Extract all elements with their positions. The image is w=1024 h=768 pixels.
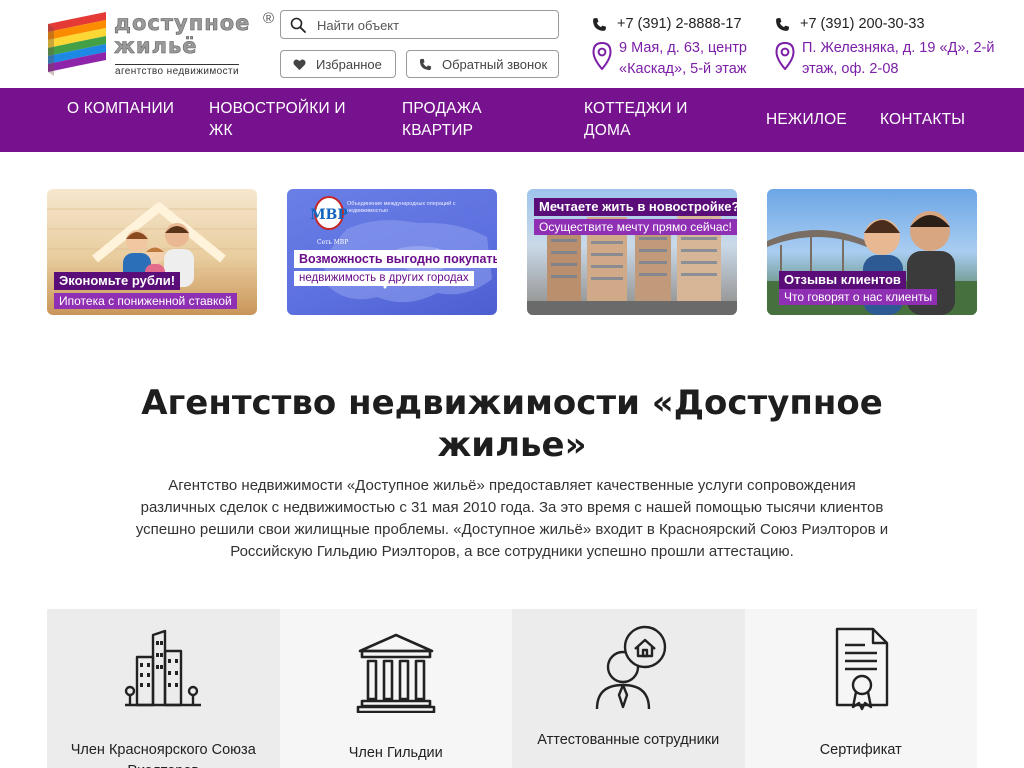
banner-reviews[interactable]: Отзывы клиентов Что говорят о нас клиент… (767, 189, 977, 315)
nav-item-cottages[interactable]: Коттеджи и дома (584, 98, 704, 142)
banner-new-buildings[interactable]: Мечтаете жить в новостройке? Осуществите… (527, 189, 737, 315)
logo-word-1: доступное (114, 11, 251, 35)
nav-item-new-buildings[interactable]: Новостройки и ЖК (209, 98, 359, 142)
callback-label: Обратный звонок (442, 56, 548, 72)
search-box[interactable] (280, 10, 559, 39)
page-title: Агентство недвижимости «Доступное жилье» (141, 383, 883, 465)
banner-network[interactable]: МВР Объединение международных операций с… (287, 189, 497, 315)
buildings-icon (125, 629, 202, 707)
logo-word-2: жильё (114, 34, 198, 58)
map-pin-icon (775, 42, 795, 70)
nav-item-apartments[interactable]: Продажа квартир (402, 98, 512, 142)
feature-label-certified-staff: Аттестованные сотрудники (537, 732, 720, 748)
nav-item-commercial[interactable]: Нежилое (766, 109, 847, 131)
banner-1-subline: Ипотека с пониженной ставкой (54, 293, 237, 309)
phone-icon (776, 17, 789, 31)
rainbow-logo-icon (48, 12, 106, 76)
registered-mark: ® (263, 10, 275, 27)
search-icon[interactable] (290, 17, 306, 33)
banner-3-subline: Осуществите мечту прямо сейчас! (534, 219, 737, 235)
site-header: доступное жильё ® агентство недвижимости… (0, 0, 1024, 88)
favorites-label: Избранное (316, 56, 382, 72)
feature-card-certificate[interactable]: Сертификат (744, 609, 977, 768)
banner-3-headline: Мечтаете жить в новостройке? (534, 198, 737, 216)
heart-icon (293, 58, 306, 70)
feature-label-union: Член Красноярского Союза Риэлторов (70, 742, 256, 768)
agent-house-icon (596, 625, 667, 709)
feature-label-certificate: Сертификат (819, 742, 902, 758)
intro-text: Агентство недвижимости «Доступное жильё»… (135, 477, 889, 560)
favorites-button[interactable]: Избранное (280, 50, 396, 78)
banner-2-subline: недвижимость в других городах (294, 271, 474, 286)
phone-number-2[interactable]: +7 (391) 200-30-33 (800, 16, 925, 32)
phone-icon (419, 58, 432, 70)
banner-4-headline: Отзывы клиентов (779, 271, 906, 289)
contact-block-2: +7 (391) 200-30-33 П. Железняка, д. 19 «… (775, 14, 1002, 80)
map-pin-icon (592, 42, 612, 70)
callback-button[interactable]: Обратный звонок (406, 50, 559, 78)
address-2: П. Железняка, д. 19 «Д», 2-й этаж, оф. 2… (802, 40, 995, 77)
phone-number-1[interactable]: +7 (391) 2-8888-17 (617, 16, 742, 32)
contact-block-1: +7 (391) 2-8888-17 9 Мая, д. 63, центр «… (592, 14, 754, 80)
feature-card-guild[interactable]: Член Гильдии (279, 609, 512, 768)
main-nav: О компании Новостройки и ЖК Продажа квар… (0, 88, 1024, 152)
nav-item-about[interactable]: О компании (67, 98, 177, 120)
feature-card-certified-staff[interactable]: Аттестованные сотрудники (512, 609, 745, 768)
address-1: 9 Мая, д. 63, центр «Каскад», 5-й этаж (619, 40, 747, 77)
banner-mortgage[interactable]: Экономьте рубли! Ипотека с пониженной ст… (47, 189, 257, 315)
nav-item-contacts[interactable]: Контакты (880, 109, 965, 131)
columns-building-icon (356, 633, 436, 713)
search-input[interactable] (317, 15, 547, 35)
banner-2-headline: Возможность выгодно покупать (294, 250, 497, 268)
site-logo[interactable]: доступное жильё ® агентство недвижимости (46, 10, 276, 80)
certificate-icon (835, 627, 888, 711)
banner-4-subline: Что говорят о нас клиенты (779, 289, 938, 305)
network-label: Сеть МВР (317, 239, 349, 246)
phone-icon (593, 17, 606, 31)
banner-1-headline: Экономьте рубли! (54, 272, 181, 290)
feature-label-guild: Член Гильдии (348, 745, 443, 761)
svg-text:МВР: МВР (310, 207, 348, 223)
feature-card-union[interactable]: Член Красноярского Союза Риэлторов (47, 609, 280, 768)
logo-subtitle: агентство недвижимости (115, 64, 239, 77)
features-row: Член Красноярского Союза Риэлторов Член … (47, 609, 977, 768)
network-caption: Объединение международных операций с нед… (347, 201, 456, 214)
